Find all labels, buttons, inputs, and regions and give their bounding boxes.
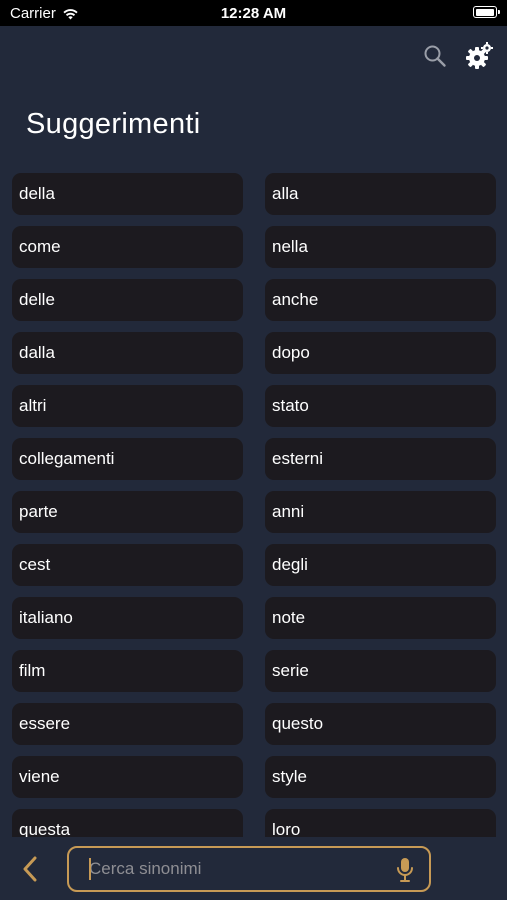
search-input[interactable] [89,856,389,882]
suggestion-chip[interactable]: style [265,756,496,798]
suggestion-chip[interactable]: degli [265,544,496,586]
suggestion-chip[interactable]: nella [265,226,496,268]
microphone-button[interactable] [395,857,415,883]
suggestion-chip[interactable]: dalla [12,332,243,374]
suggestion-chip[interactable]: questo [265,703,496,745]
battery-level [475,8,494,16]
page-title: Suggerimenti [26,108,201,140]
suggestions-grid: della alla come nella delle anche dalla dopo alt… [12,173,496,837]
suggestion-chip[interactable]: loro [265,809,496,837]
suggestion-chip[interactable]: dopo [265,332,496,374]
search-icon [424,45,446,67]
search-field[interactable] [67,846,431,892]
suggestion-chip[interactable]: italiano [12,597,243,639]
suggestion-chip[interactable]: esterni [265,438,496,480]
gear-icon [466,42,493,69]
suggestion-chip[interactable]: stato [265,385,496,427]
header-actions [421,42,493,70]
settings-button[interactable] [465,42,493,70]
battery-icon [473,6,500,18]
suggestion-chip[interactable]: anni [265,491,496,533]
chevron-left-icon [23,856,37,882]
suggestion-chip[interactable]: essere [12,703,243,745]
status-time: 12:28 AM [220,5,287,22]
status-bar: Carrier 12:28 AM [0,0,507,26]
back-button[interactable] [18,854,42,884]
suggestion-chip[interactable]: film [12,650,243,692]
suggestion-chip[interactable]: altri [12,385,243,427]
search-button[interactable] [421,42,449,70]
suggestion-chip[interactable]: alla [265,173,496,215]
suggestion-chip[interactable]: come [12,226,243,268]
suggestion-chip[interactable]: della [12,173,243,215]
suggestion-chip[interactable]: parte [12,491,243,533]
text-cursor [89,858,91,880]
suggestion-chip[interactable]: note [265,597,496,639]
suggestion-chip[interactable]: cest [12,544,243,586]
suggestions-list: della alla come nella delle anche dalla dopo alt… [12,173,496,837]
bottom-bar [0,838,507,900]
suggestion-chip[interactable]: delle [12,279,243,321]
suggestion-chip[interactable]: anche [265,279,496,321]
suggestion-chip[interactable]: questa [12,809,243,837]
suggestion-chip[interactable]: viene [12,756,243,798]
microphone-icon [397,858,413,882]
suggestion-chip[interactable]: serie [265,650,496,692]
suggestion-chip[interactable]: collegamenti [12,438,243,480]
